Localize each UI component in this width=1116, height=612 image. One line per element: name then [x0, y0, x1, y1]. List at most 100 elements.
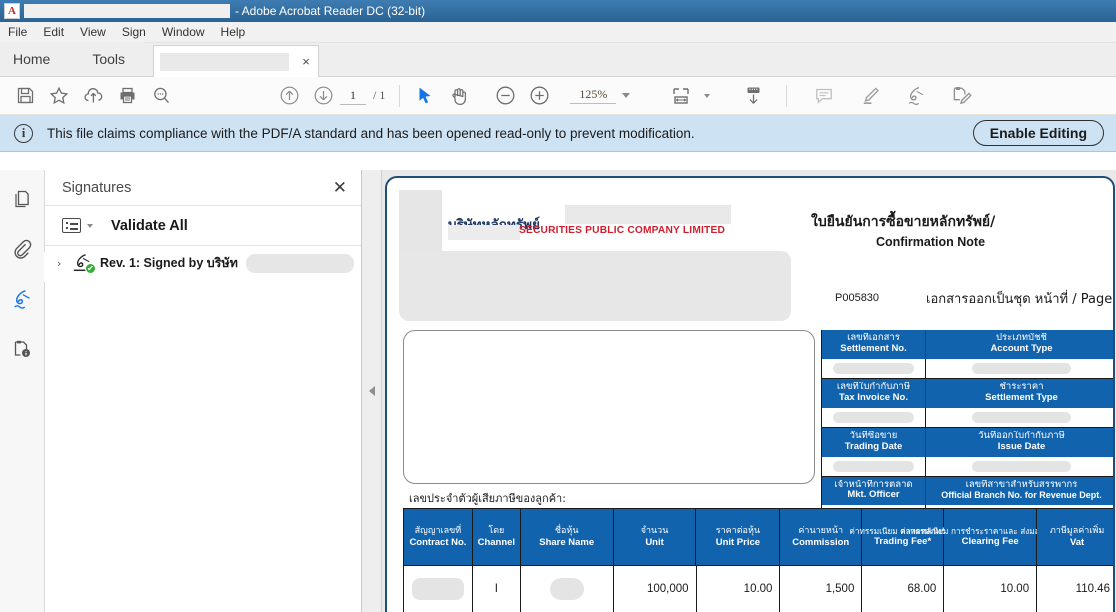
- page-fit-icon: [664, 81, 698, 111]
- tab-document-label-redacted: [160, 52, 290, 71]
- find-text-button[interactable]: [144, 81, 178, 111]
- page-fit-dropdown[interactable]: [664, 81, 711, 111]
- info-value-row-1: [822, 358, 1113, 379]
- chevron-down-icon-3: [87, 223, 93, 228]
- close-icon-panel[interactable]: ✕: [333, 179, 347, 196]
- td-share-name: [520, 565, 614, 612]
- expand-chevron-icon[interactable]: ›: [57, 257, 66, 270]
- td-commission: 1,500: [780, 565, 863, 612]
- sign-document-button[interactable]: [899, 81, 933, 111]
- td-channel: I: [472, 565, 521, 612]
- validate-all-row[interactable]: Validate All: [45, 206, 361, 246]
- info-header-row-2: เลขที่ใบกำกับภาษี Tax Invoice No. ชำระรา…: [822, 378, 1113, 408]
- tab-home[interactable]: Home: [0, 42, 73, 76]
- page-number-input[interactable]: [340, 86, 366, 105]
- chevron-down-icon: [622, 93, 631, 98]
- customer-tax-id-label: เลขประจำตัวผู้เสียภาษีของลูกค้า:: [409, 492, 566, 505]
- navigation-rail: [0, 170, 53, 612]
- acrobat-logo-icon: A: [4, 3, 20, 19]
- zoom-level-dropdown[interactable]: 125%: [570, 87, 631, 104]
- page-total-label: / 1: [373, 88, 386, 102]
- zoom-in-button[interactable]: [522, 81, 556, 111]
- info-header-row-4: เจ้าหน้าที่การตลาด Mkt. Officer เลขที่สา…: [822, 476, 1113, 506]
- menu-window[interactable]: Window: [154, 23, 213, 41]
- info-value-trading-date: [822, 456, 926, 477]
- info-header-row-1: เลขที่เอกสาร Settlement No. ประเภทบัชชี …: [822, 330, 1113, 359]
- info-value-issue-date: [926, 456, 1113, 477]
- valid-check-icon: ✔: [85, 263, 96, 274]
- info-header-account-type: ประเภทบัชชี Account Type: [926, 330, 1113, 359]
- customer-address-box: [403, 330, 815, 484]
- info-value-settlement-no: [822, 358, 926, 379]
- rail-item-page-thumbnails[interactable]: [5, 184, 39, 214]
- info-value-row-2: [822, 407, 1113, 428]
- next-page-button[interactable]: [306, 81, 340, 111]
- signatures-panel: Signatures ✕ Validate All › ✔ Rev. 1: Si…: [45, 170, 362, 612]
- list-options-icon: [62, 218, 81, 233]
- tab-tools[interactable]: Tools: [72, 42, 146, 76]
- info-header-issue-date: วันที่ออกใบกำกับภาษี Issue Date: [926, 427, 1113, 457]
- add-to-favorites-button[interactable]: [42, 81, 76, 111]
- close-icon[interactable]: ×: [298, 55, 314, 68]
- print-button[interactable]: [110, 81, 144, 111]
- zoom-out-button[interactable]: [488, 81, 522, 111]
- td-unit-price: 10.00: [696, 565, 781, 612]
- info-header-mkt-officer: เจ้าหน้าที่การตลาด Mkt. Officer: [822, 476, 926, 506]
- validate-all-label: Validate All: [111, 217, 188, 234]
- transactions-table: สัญญาเลขที่ Contract No. โดย Channel ชื่…: [403, 508, 1113, 612]
- toolbar-divider-1: [399, 84, 401, 107]
- save-to-cloud-button[interactable]: [76, 81, 110, 111]
- scroll-mode-button[interactable]: [736, 81, 770, 111]
- signature-label: Rev. 1: Signed by บริษัท: [100, 256, 238, 270]
- td-unit: 100,000: [613, 565, 697, 612]
- workspace: Signatures ✕ Validate All › ✔ Rev. 1: Si…: [0, 170, 1116, 612]
- document-viewport[interactable]: บริษัทหลักทรัพย์ SECURITIES PUBLIC COMPA…: [382, 170, 1116, 612]
- document-filename-redacted: [24, 4, 230, 18]
- pdf-page: บริษัทหลักทรัพย์ SECURITIES PUBLIC COMPA…: [385, 176, 1115, 612]
- document-page-note: เอกสารออกเป็นชุด หน้าที่ / Page No: [926, 292, 1115, 307]
- info-header-official-branch-no: เลขที่สาขาสำหรับสรรพากร Official Branch …: [926, 476, 1113, 506]
- settlement-info-grid: เลขที่เอกสาร Settlement No. ประเภทบัชชี …: [821, 330, 1113, 526]
- select-tool-button[interactable]: [408, 81, 442, 111]
- th-vat: ภาษีมูลค่าเพิ่ม Vat: [1037, 509, 1113, 565]
- th-unit: จำนวน Unit: [613, 509, 697, 565]
- menu-edit[interactable]: Edit: [35, 23, 72, 41]
- document-title-thai: ใบยืนยันการซื้อขายหลักทรัพย์/: [811, 214, 996, 230]
- th-channel: โดย Channel: [472, 509, 521, 565]
- panel-collapse-handle[interactable]: [362, 170, 382, 612]
- previous-page-button[interactable]: [272, 81, 306, 111]
- info-value-tax-invoice-no: [822, 407, 926, 428]
- signature-list-item[interactable]: › ✔ Rev. 1: Signed by บริษัท: [45, 246, 361, 280]
- info-header-row-3: วันที่ซื้อขาย Trading Date วันที่ออกใบกำ…: [822, 427, 1113, 457]
- validate-options-dropdown[interactable]: [62, 218, 93, 233]
- menu-file[interactable]: File: [0, 23, 35, 41]
- th-unit-price: ราคาต่อหุ้น Unit Price: [696, 509, 781, 565]
- menu-view[interactable]: View: [72, 23, 114, 41]
- fill-and-sign-button[interactable]: [945, 81, 979, 111]
- hand-tool-button[interactable]: [442, 81, 476, 111]
- tab-document[interactable]: ×: [153, 45, 320, 77]
- highlight-text-button[interactable]: [853, 81, 887, 111]
- menu-help[interactable]: Help: [213, 23, 254, 41]
- zoom-level-value: 125%: [570, 87, 617, 104]
- td-clearing-fee: 10.00: [944, 565, 1038, 612]
- signer-name-redacted: [245, 253, 354, 273]
- save-file-button[interactable]: [8, 81, 42, 111]
- th-clearing-fee: ค่าทรรมเนียม การชำระราคาและ ส่งมอบหลักทร…: [900, 509, 1080, 565]
- company-name-english: SECURITIES PUBLIC COMPANY LIMITED: [519, 225, 726, 236]
- chevron-down-icon-2: [704, 93, 711, 98]
- rail-item-document-properties[interactable]: [5, 334, 39, 364]
- pdfa-notification-bar: i This file claims compliance with the P…: [0, 115, 1116, 152]
- info-header-trading-date: วันที่ซื้อขาย Trading Date: [822, 427, 926, 457]
- info-header-settlement-type: ชำระราคา Settlement Type: [926, 378, 1113, 408]
- menu-sign[interactable]: Sign: [114, 23, 154, 41]
- signature-valid-icon: ✔: [72, 253, 96, 274]
- enable-editing-button[interactable]: Enable Editing: [972, 120, 1104, 146]
- td-contract-no: [404, 565, 473, 612]
- rail-item-attachments[interactable]: [5, 234, 39, 264]
- rail-item-signatures[interactable]: [5, 284, 39, 314]
- td-vat: 110.46: [1037, 565, 1113, 612]
- info-header-settlement-no: เลขที่เอกสาร Settlement No.: [822, 330, 926, 359]
- th-share-name: ชื่อหุ้น Share Name: [520, 509, 614, 565]
- add-comment-button[interactable]: [807, 81, 841, 111]
